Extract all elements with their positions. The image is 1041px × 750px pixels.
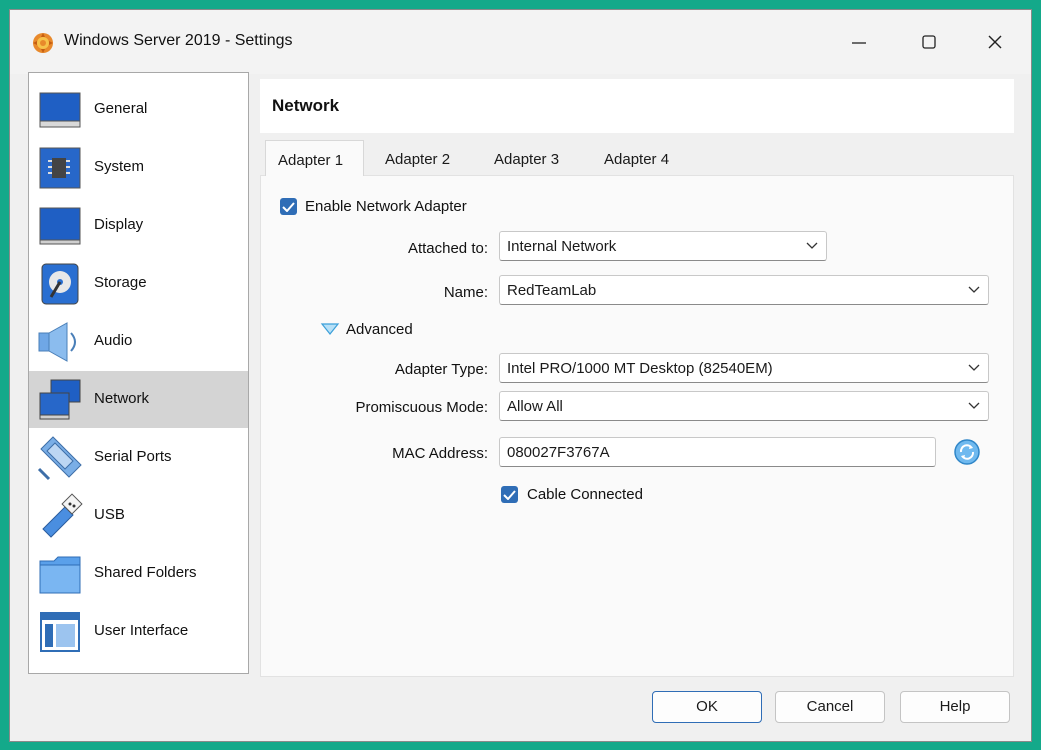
sidebar-item-system[interactable]: System [29, 139, 248, 196]
close-button[interactable] [972, 24, 1018, 60]
sidebar-item-label: System [94, 158, 145, 175]
sidebar-item-storage[interactable]: Storage [29, 255, 248, 312]
page-title: Network [272, 96, 340, 115]
network-name-value: RedTeamLab [507, 282, 597, 299]
usb-icon [37, 493, 83, 539]
audio-icon [37, 319, 83, 365]
window-title: Windows Server 2019 - Settings [64, 32, 293, 49]
promiscuous-mode-select[interactable]: Allow All [499, 391, 989, 421]
promiscuous-mode-value: Allow All [507, 398, 563, 415]
shared-folders-icon [37, 551, 83, 597]
mac-address-input[interactable]: 080027F3767A [499, 437, 936, 467]
checkmark-icon [503, 490, 516, 500]
title-bar[interactable]: Windows Server 2019 - Settings [10, 10, 1031, 74]
enable-network-adapter-label: Enable Network Adapter [305, 198, 467, 215]
promiscuous-mode-label: Promiscuous Mode: [355, 399, 488, 416]
sidebar-item-label: Storage [94, 274, 147, 291]
minimize-icon [852, 42, 866, 44]
tab-label: Adapter 1 [278, 152, 344, 169]
sidebar-item-audio[interactable]: Audio [29, 313, 248, 370]
tab-adapter-2[interactable]: Adapter 2 [373, 140, 473, 176]
mac-address-label: MAC Address: [392, 445, 488, 462]
sidebar-item-network[interactable]: Network [29, 371, 248, 428]
tab-adapter-1[interactable]: Adapter 1 [265, 140, 364, 176]
enable-network-adapter-checkbox[interactable] [280, 198, 297, 215]
attached-to-select[interactable]: Internal Network [499, 231, 827, 261]
network-name-combobox[interactable]: RedTeamLab [499, 275, 989, 305]
tab-label: Adapter 4 [604, 151, 670, 168]
sidebar-item-serial-ports[interactable]: Serial Ports [29, 429, 248, 486]
sidebar-item-label: Network [94, 390, 150, 407]
checkmark-icon [282, 202, 295, 212]
sidebar-item-label: Display [94, 216, 144, 233]
tab-adapter-4[interactable]: Adapter 4 [592, 140, 692, 176]
chevron-down-icon [806, 242, 818, 249]
network-icon [37, 377, 83, 423]
adapter-type-select[interactable]: Intel PRO/1000 MT Desktop (82540EM) [499, 353, 989, 383]
sidebar-item-user-interface[interactable]: User Interface [29, 603, 248, 660]
chevron-down-icon [968, 402, 980, 409]
sidebar-item-label: Serial Ports [94, 448, 172, 465]
chevron-down-icon [968, 364, 980, 371]
attached-to-value: Internal Network [507, 238, 617, 255]
chevron-down-icon [968, 286, 980, 293]
sidebar-item-label: Audio [94, 332, 133, 349]
tab-label: Adapter 3 [494, 151, 560, 168]
mac-address-value: 080027F3767A [507, 444, 610, 461]
sidebar-item-general[interactable]: General [29, 81, 248, 138]
settings-category-list: General System Display Storage Audio Net… [28, 72, 249, 674]
page-header: Network [260, 79, 1014, 133]
advanced-label: Advanced [346, 321, 413, 338]
ok-button[interactable]: OK [652, 691, 762, 723]
sidebar-item-label: User Interface [94, 622, 189, 639]
cable-connected-label: Cable Connected [527, 486, 643, 503]
tab-label: Adapter 2 [385, 151, 451, 168]
help-button[interactable]: Help [900, 691, 1010, 723]
cable-connected-checkbox[interactable] [501, 486, 518, 503]
display-icon [37, 203, 83, 249]
sidebar-item-label: Shared Folders [94, 564, 197, 581]
tab-adapter-3[interactable]: Adapter 3 [482, 140, 582, 176]
name-label: Name: [443, 284, 488, 301]
sidebar-item-label: USB [94, 506, 125, 523]
general-icon [37, 87, 83, 133]
triangle-down-icon [320, 323, 340, 335]
sidebar-item-display[interactable]: Display [29, 197, 248, 254]
system-icon [37, 145, 83, 191]
advanced-toggle[interactable]: Advanced [320, 320, 430, 342]
sidebar-item-shared-folders[interactable]: Shared Folders [29, 545, 248, 602]
user-interface-icon [37, 609, 83, 655]
generate-mac-button[interactable] [952, 437, 982, 467]
maximize-button[interactable] [906, 24, 952, 60]
refresh-icon [954, 439, 980, 465]
maximize-icon [922, 35, 936, 49]
serial-ports-icon [37, 435, 83, 481]
storage-icon [37, 261, 83, 307]
cancel-button[interactable]: Cancel [775, 691, 885, 723]
sidebar-item-label: General [94, 100, 148, 117]
sidebar-item-usb[interactable]: USB [29, 487, 248, 544]
minimize-button[interactable] [836, 24, 882, 60]
virtualbox-icon [32, 32, 54, 54]
adapter-type-value: Intel PRO/1000 MT Desktop (82540EM) [507, 360, 773, 377]
attached-to-label: Attached to: [407, 240, 488, 257]
close-icon [988, 35, 1002, 49]
adapter-type-label: Adapter Type: [394, 361, 488, 378]
